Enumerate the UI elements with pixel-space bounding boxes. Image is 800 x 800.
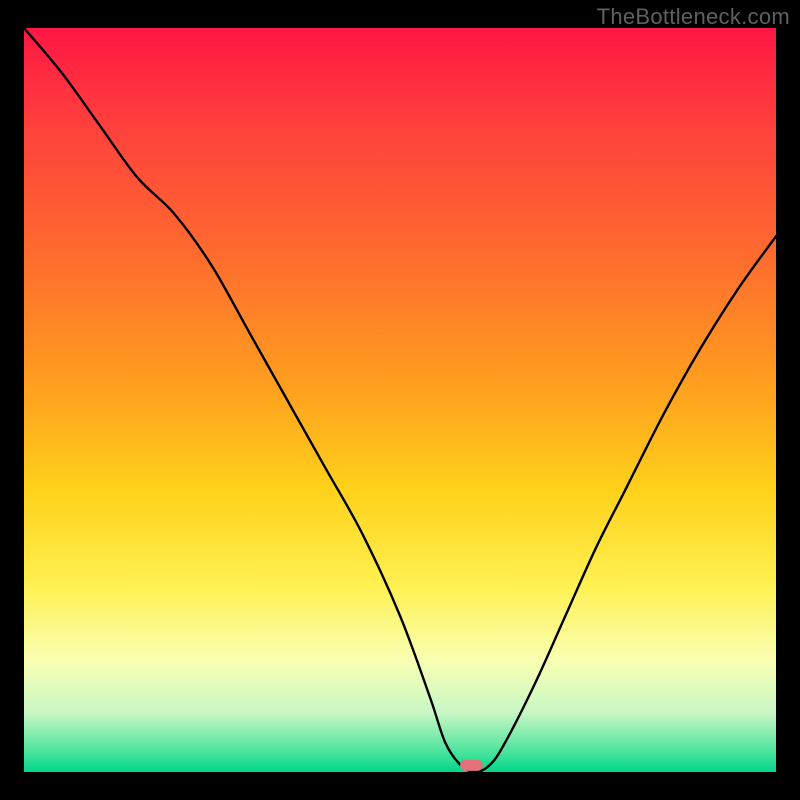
minimum-marker	[460, 760, 483, 771]
bottleneck-chart	[24, 28, 776, 772]
watermark-text: TheBottleneck.com	[597, 4, 790, 30]
chart-frame: TheBottleneck.com	[0, 0, 800, 800]
plot-area	[24, 28, 776, 772]
gradient-background	[24, 28, 776, 772]
